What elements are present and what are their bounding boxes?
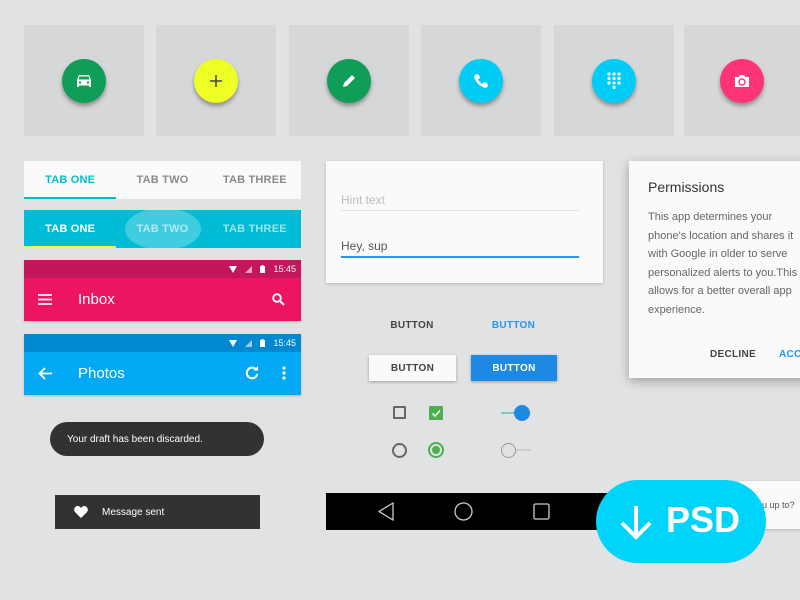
dialog-title: Permissions bbox=[648, 179, 725, 195]
check-icon bbox=[431, 409, 441, 418]
nav-recents-icon[interactable] bbox=[533, 503, 550, 520]
pencil-icon bbox=[343, 74, 355, 87]
wifi-icon bbox=[229, 339, 238, 347]
tab-label: TAB THREE bbox=[222, 223, 287, 235]
status-bar: 15:45 bbox=[24, 334, 301, 352]
tab-indicator bbox=[24, 246, 117, 248]
signal-icon bbox=[245, 339, 253, 347]
tab-indicator bbox=[24, 197, 117, 199]
fab-tile-edit bbox=[289, 25, 409, 136]
radio-unselected[interactable] bbox=[392, 443, 407, 458]
active-text-field[interactable]: Hey, sup bbox=[341, 239, 579, 258]
nav-back-icon[interactable] bbox=[378, 502, 394, 521]
battery-icon bbox=[260, 265, 266, 273]
battery-icon bbox=[260, 339, 266, 347]
more-vert-icon[interactable] bbox=[282, 366, 286, 380]
toolbar-title: Inbox bbox=[78, 291, 115, 308]
tab-label: TAB THREE bbox=[222, 174, 287, 186]
raised-button[interactable]: BUTTON bbox=[369, 355, 456, 381]
tab-bar-colored: TAB ONE TAB TWO TAB THREE bbox=[24, 210, 301, 248]
psd-label: PSD bbox=[666, 499, 741, 540]
accept-button[interactable]: ACCEPT bbox=[779, 349, 800, 360]
toolbar: Inbox bbox=[24, 278, 301, 321]
fab-camera-button[interactable] bbox=[720, 58, 764, 103]
tab-one-colored[interactable]: TAB ONE bbox=[24, 210, 117, 248]
fab-edit-button[interactable] bbox=[327, 58, 371, 103]
navigation-bar bbox=[326, 493, 616, 530]
plus-icon bbox=[210, 74, 222, 87]
signal-icon bbox=[245, 265, 253, 273]
toast-text: Message sent bbox=[102, 506, 165, 518]
switch-on[interactable] bbox=[501, 405, 531, 421]
status-bar: 15:45 bbox=[24, 260, 301, 278]
status-time: 15:45 bbox=[273, 338, 296, 348]
tab-label: TAB TWO bbox=[136, 174, 189, 186]
checkbox-checked[interactable] bbox=[429, 406, 443, 420]
phone-icon bbox=[474, 73, 488, 88]
tab-three-colored[interactable]: TAB THREE bbox=[209, 210, 301, 248]
switch-thumb bbox=[514, 405, 530, 421]
flat-button[interactable]: BUTTON bbox=[368, 320, 456, 331]
radio-selected[interactable] bbox=[428, 442, 444, 458]
tab-three-light[interactable]: TAB THREE bbox=[209, 161, 301, 199]
hint-text: Hint text bbox=[341, 193, 386, 207]
input-value: Hey, sup bbox=[341, 239, 388, 253]
nav-home-icon[interactable] bbox=[454, 502, 473, 521]
tab-label: TAB TWO bbox=[136, 223, 189, 235]
app-bar-inbox: 15:45 Inbox bbox=[24, 260, 301, 321]
fab-tile-phone bbox=[421, 25, 541, 136]
checkbox-unchecked[interactable] bbox=[393, 406, 406, 419]
hint-text-field[interactable]: Hint text bbox=[341, 193, 579, 211]
raised-accent-button[interactable]: BUTTON bbox=[471, 355, 557, 381]
fab-tile-dialpad bbox=[554, 25, 674, 136]
toolbar-title: Photos bbox=[78, 365, 125, 382]
toolbar: Photos bbox=[24, 352, 301, 395]
tab-bar-light: TAB ONE TAB TWO TAB THREE bbox=[24, 161, 301, 199]
permissions-dialog: Permissions This app determines your pho… bbox=[629, 161, 800, 378]
tab-two-light[interactable]: TAB TWO bbox=[116, 161, 208, 199]
text-field-card: Hint text Hey, sup bbox=[326, 161, 603, 283]
wifi-icon bbox=[229, 265, 238, 273]
fab-phone-button[interactable] bbox=[459, 58, 503, 103]
refresh-icon[interactable] bbox=[245, 366, 259, 380]
fab-dialpad-button[interactable] bbox=[592, 58, 636, 103]
search-icon[interactable] bbox=[272, 293, 285, 306]
camera-icon bbox=[735, 74, 749, 87]
download-arrow-icon bbox=[620, 506, 652, 540]
download-psd-badge[interactable]: PSD bbox=[596, 480, 766, 563]
car-icon bbox=[77, 74, 91, 87]
fab-tile-camera bbox=[684, 25, 800, 136]
fab-tile-car bbox=[24, 25, 144, 136]
fab-tile-add bbox=[156, 25, 276, 136]
snackbar: Your draft has been discarded. bbox=[50, 422, 264, 456]
flat-accent-button[interactable]: BUTTON bbox=[470, 320, 557, 331]
tab-label: TAB ONE bbox=[45, 174, 96, 186]
menu-icon[interactable] bbox=[38, 294, 52, 305]
tab-one-light[interactable]: TAB ONE bbox=[24, 161, 117, 199]
status-time: 15:45 bbox=[273, 264, 296, 274]
partial-card-text: u up to? bbox=[762, 500, 795, 510]
back-arrow-icon[interactable] bbox=[38, 367, 52, 380]
tab-label: TAB ONE bbox=[45, 223, 96, 235]
toast-message: Message sent bbox=[55, 495, 260, 529]
heart-icon bbox=[74, 506, 88, 518]
dialog-body: This app determines your phone's locatio… bbox=[648, 211, 798, 316]
tab-two-colored[interactable]: TAB TWO bbox=[116, 210, 208, 248]
fab-add-button[interactable] bbox=[194, 58, 238, 103]
snackbar-text: Your draft has been discarded. bbox=[67, 433, 203, 445]
switch-off[interactable] bbox=[501, 442, 531, 458]
decline-button[interactable]: DECLINE bbox=[710, 349, 756, 360]
switch-thumb bbox=[501, 443, 516, 458]
fab-car-button[interactable] bbox=[62, 58, 106, 103]
radio-dot bbox=[432, 446, 440, 454]
app-bar-photos: 15:45 Photos bbox=[24, 334, 301, 395]
dialpad-icon bbox=[607, 71, 621, 89]
